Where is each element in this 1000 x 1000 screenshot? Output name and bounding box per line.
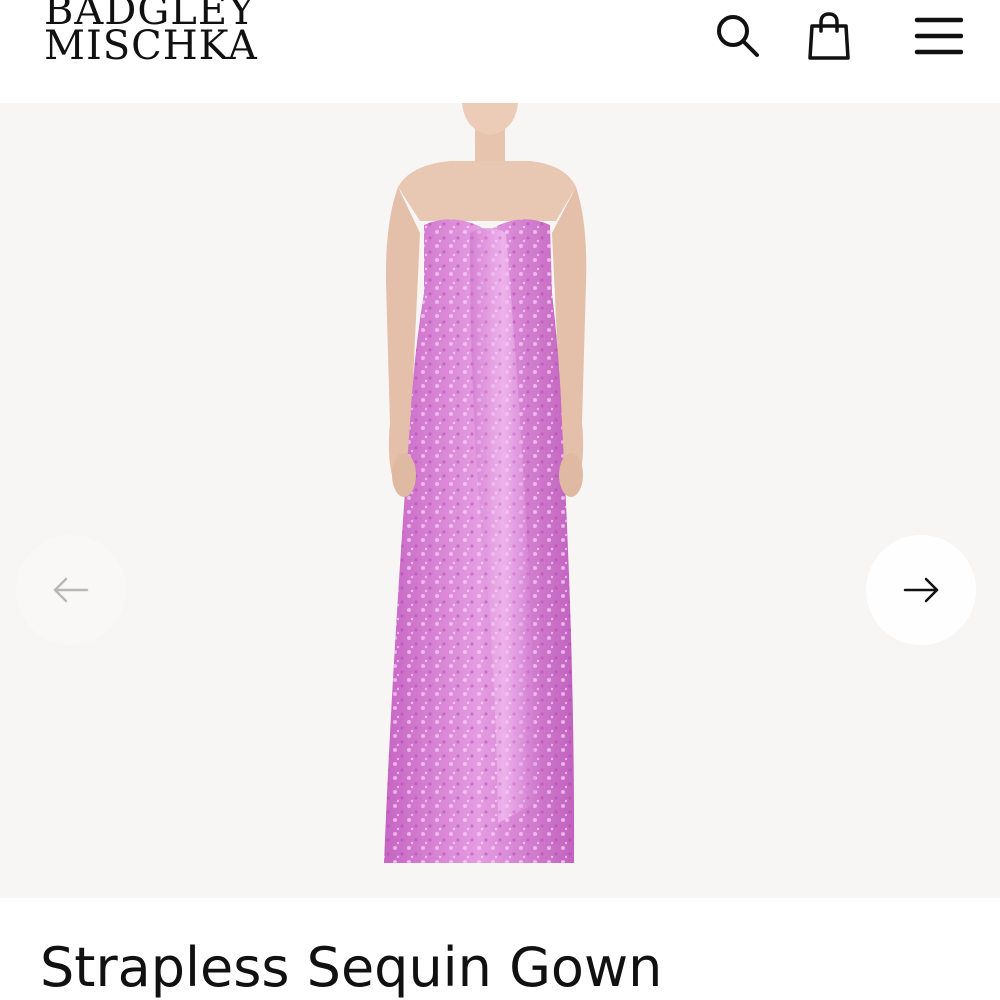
previous-image-button[interactable] <box>16 535 126 645</box>
next-image-button[interactable] <box>866 535 976 645</box>
arrow-left-icon <box>53 577 89 603</box>
search-icon <box>717 15 759 57</box>
model-shoulders <box>398 161 576 221</box>
model-right-hand <box>559 453 583 497</box>
product-title: Strapless Sequin Gown <box>40 936 663 999</box>
cart-button[interactable] <box>801 8 857 64</box>
product-gallery <box>0 103 1000 898</box>
arrow-right-icon <box>903 577 939 603</box>
brand-logo[interactable]: BADGLEY MISCHKA <box>44 0 258 69</box>
site-header: BADGLEY MISCHKA <box>0 0 1000 103</box>
brand-logo-line2: MISCHKA <box>44 23 258 69</box>
hamburger-menu-icon <box>914 17 963 55</box>
menu-button[interactable] <box>910 8 966 64</box>
product-image <box>384 103 587 863</box>
search-button[interactable] <box>710 8 766 64</box>
model-chin <box>462 103 518 135</box>
shopping-bag-icon <box>808 12 850 60</box>
model-left-hand <box>392 453 416 497</box>
